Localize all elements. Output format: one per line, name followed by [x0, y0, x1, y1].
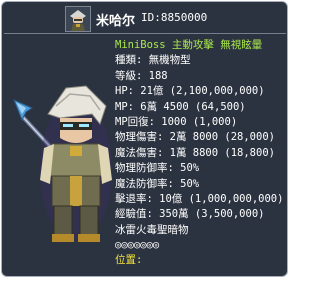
level-line: 等級: 188: [115, 69, 168, 82]
magic-defense-line: 魔法防御率: 50%: [115, 177, 200, 190]
monster-id: ID:8850000: [141, 11, 208, 24]
element-states-line: ◎◎◎◎◎◎◎: [115, 239, 160, 252]
monster-avatar-icon: [65, 6, 91, 32]
magic-damage-line: 魔法傷害: 1萬 8800 (18,800): [115, 146, 275, 159]
mp-line: MP: 6萬 4500 (64,500): [115, 100, 246, 113]
exp-line: 經驗值: 350萬 (3,500,000): [115, 208, 265, 221]
phys-defense-line: 物理防御率: 50%: [115, 162, 200, 175]
elements-line: 冰雷火毒聖暗物: [115, 223, 189, 236]
hp-line: HP: 21億 (2,100,000,000): [115, 85, 265, 98]
phys-damage-line: 物理傷害: 2萬 8000 (28,000): [115, 131, 275, 144]
mp-recovery-line: MP回復: 1000 (1,000): [115, 115, 238, 128]
type-line: 種類: 無機物型: [115, 54, 191, 67]
location-line: 位置:: [115, 254, 143, 267]
header-divider: [4, 33, 286, 34]
monster-sprite: [40, 85, 112, 242]
attack-note: MiniBoss 主動攻擊 無視眩暈: [115, 39, 263, 51]
knockback-line: 擊退率: 10億 (1,000,000,000): [115, 192, 284, 205]
monster-name: 米哈尔: [96, 14, 136, 29]
monster-stats: MiniBoss 主動攻擊 無視眩暈 種類: 無機物型 等級: 188 HP: …: [115, 38, 283, 269]
monster-info-panel: 米哈尔 ID:8850000 MiniBoss 主動攻擊 無視眩暈 種類: 無機…: [1, 1, 288, 277]
